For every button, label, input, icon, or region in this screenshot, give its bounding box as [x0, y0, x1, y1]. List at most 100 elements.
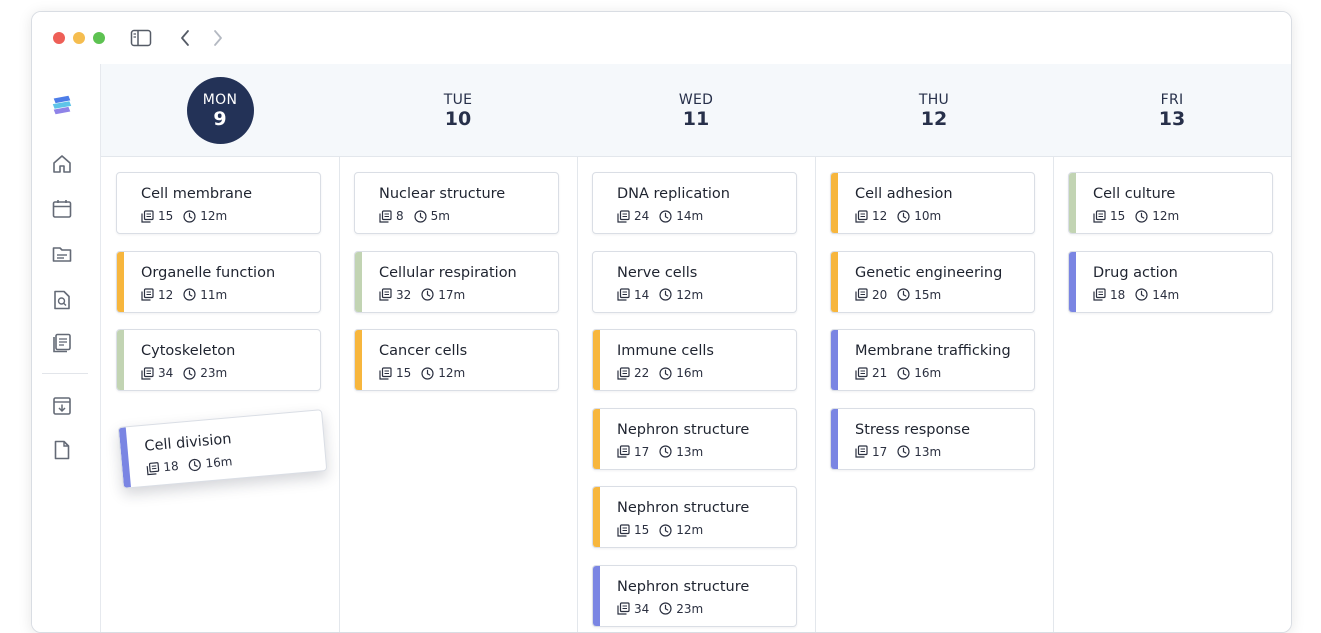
lesson-card[interactable]: Cancer cells 15 12m [354, 329, 559, 391]
lesson-card[interactable]: Cell membrane1512m [116, 172, 321, 234]
lesson-card[interactable]: Membrane trafficking2116m [830, 329, 1035, 391]
lesson-card[interactable]: Nerve cells1412m [592, 251, 797, 313]
card-title: Cytoskeleton [141, 343, 235, 359]
lesson-card[interactable]: Cellular respiration3217m [354, 251, 559, 313]
search-document-icon[interactable] [50, 288, 74, 312]
card-title: Nuclear structure [379, 186, 505, 202]
day-header-thu[interactable]: THU12 [815, 64, 1053, 156]
cards-count-icon [379, 367, 396, 380]
card-accent-bar [1069, 173, 1076, 233]
lesson-card[interactable]: Nephron structure3423m [592, 565, 797, 627]
clock-icon [414, 210, 431, 223]
card-accent-bar [355, 330, 362, 390]
cards-count-icon [141, 210, 158, 223]
duration: 16m [676, 366, 703, 380]
cards-count: 18 [163, 459, 179, 474]
zoom-window-button[interactable] [93, 32, 105, 44]
card-meta: 2414m [617, 209, 703, 223]
card-title: Nephron structure [617, 579, 749, 595]
clock-icon [421, 288, 438, 301]
lesson-card[interactable]: Organelle function1211m [116, 251, 321, 313]
home-icon[interactable] [50, 152, 74, 176]
cards-count-icon [855, 367, 872, 380]
cards-count: 15 [396, 366, 411, 380]
forward-chevron-icon[interactable] [207, 27, 229, 49]
lesson-card[interactable]: Cytoskeleton 3423m [116, 329, 321, 391]
sidebar-divider [42, 373, 88, 374]
lesson-card[interactable]: Cell adhesion1210m [830, 172, 1035, 234]
duration: 5m [431, 209, 450, 223]
day-column-fri: Cell culture1512m Drug action1814m [1053, 157, 1292, 632]
card-accent-bar [117, 252, 124, 312]
duration: 17m [438, 288, 465, 302]
calendar-icon[interactable] [50, 197, 74, 221]
card-meta: 1412m [617, 288, 703, 302]
clock-icon [897, 445, 914, 458]
cards-count: 17 [634, 445, 649, 459]
cards-count: 15 [634, 523, 649, 537]
cards-count-icon [617, 445, 634, 458]
clock-icon [1135, 210, 1152, 223]
archive-download-icon[interactable] [50, 394, 74, 418]
card-title: Nephron structure [617, 422, 749, 438]
day-header-wed[interactable]: WED11 [577, 64, 815, 156]
sidebar-toggle-icon[interactable] [130, 27, 152, 49]
card-title: Organelle function [141, 265, 275, 281]
card-meta: 1210m [855, 209, 941, 223]
cards-count-icon [617, 210, 634, 223]
day-column-thu: Cell adhesion1210m Genetic engineering 20 1… [815, 157, 1054, 632]
lesson-card[interactable]: Nephron structure1512m [592, 486, 797, 548]
lesson-card[interactable]: Drug action1814m [1068, 251, 1273, 313]
cards-count-icon [855, 210, 872, 223]
day-name: TUE [339, 92, 577, 108]
duration: 10m [914, 209, 941, 223]
duration: 12m [438, 366, 465, 380]
cards-count: 15 [1110, 209, 1125, 223]
day-header-fri[interactable]: FRI13 [1053, 64, 1291, 156]
logo-icon[interactable] [50, 93, 74, 117]
cards-count-icon [146, 461, 164, 475]
cards-count-icon [617, 288, 634, 301]
card-title: Cancer cells [379, 343, 467, 359]
day-header-mon[interactable]: MON9 [101, 64, 339, 156]
card-meta: 15 12m [379, 366, 465, 380]
clock-icon [897, 367, 914, 380]
cards-count: 20 [872, 288, 887, 302]
duration: 12m [200, 209, 227, 223]
cards-count-icon [617, 602, 634, 615]
card-title: Genetic engineering [855, 265, 1002, 281]
close-window-button[interactable] [53, 32, 65, 44]
card-title: Cell membrane [141, 186, 252, 202]
card-meta: 3423m [141, 366, 227, 380]
lesson-card[interactable]: Genetic engineering2015m [830, 251, 1035, 313]
lesson-card[interactable]: Cell culture1512m [1068, 172, 1273, 234]
card-accent-bar [117, 330, 124, 390]
cards-count: 32 [396, 288, 411, 302]
lesson-card[interactable]: Nephron structure 17 13m [592, 408, 797, 470]
card-accent-bar [831, 330, 838, 390]
card-accent-bar [593, 409, 600, 469]
folder-icon[interactable] [50, 242, 74, 266]
day-header-tue[interactable]: TUE10 [339, 64, 577, 156]
day-number: 12 [815, 108, 1053, 130]
back-chevron-icon[interactable] [174, 27, 196, 49]
dragging-lesson-card[interactable]: Cell division1816m [118, 409, 328, 489]
lesson-card[interactable]: Nuclear structure85m [354, 172, 559, 234]
day-number: 10 [339, 108, 577, 130]
cards-count-icon [141, 288, 158, 301]
duration: 13m [676, 445, 703, 459]
file-icon[interactable] [50, 438, 74, 462]
lesson-card[interactable]: Immune cells2216m [592, 329, 797, 391]
card-accent-bar [831, 252, 838, 312]
cards-count: 17 [872, 445, 887, 459]
card-accent-bar [831, 173, 838, 233]
lesson-card[interactable]: DNA replication2414m [592, 172, 797, 234]
card-meta: 1816m [146, 454, 233, 475]
clock-icon [1135, 288, 1152, 301]
minimize-window-button[interactable] [73, 32, 85, 44]
card-title: Nephron structure [617, 500, 749, 516]
notes-icon[interactable] [50, 331, 74, 355]
lesson-card[interactable]: Stress response1713m [830, 408, 1035, 470]
day-column-wed: DNA replication2414m Nerve cells1412m Immu… [577, 157, 816, 632]
clock-icon [183, 367, 200, 380]
